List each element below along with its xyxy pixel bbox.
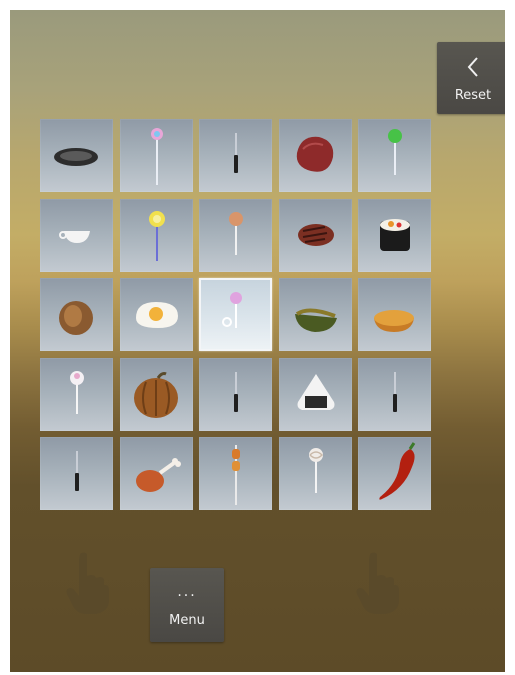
meat-steak-icon <box>296 136 334 172</box>
skewer-kebab-icon <box>232 445 241 506</box>
red-chili-pepper-icon <box>379 442 416 501</box>
lollipop-white-icon <box>70 370 84 414</box>
grid-tile-red-chili-pepper[interactable] <box>358 437 432 511</box>
lollipop-swirl-icon <box>308 448 323 494</box>
reset-label: Reset <box>454 88 492 103</box>
grilled-steak-icon <box>297 223 334 246</box>
grid-tile-skewer-kebab[interactable] <box>199 437 273 511</box>
plate-icon <box>54 148 98 166</box>
grid-tile-avocado-half[interactable] <box>278 278 352 352</box>
lollipop-rainbow-icon <box>150 128 163 185</box>
grid-tile-plate[interactable] <box>40 119 113 192</box>
grid-tile-fried-egg[interactable] <box>119 278 193 352</box>
menu-dots-icon: ... <box>177 584 197 600</box>
menu-label: Menu <box>169 613 205 628</box>
lollipop-pink-icon <box>222 292 243 329</box>
grid-tile-knife[interactable] <box>199 357 273 431</box>
grid-tile-lollipop-rainbow[interactable] <box>119 119 193 192</box>
orange-half-icon <box>374 310 415 333</box>
teacup-icon <box>59 230 90 243</box>
grid-tile-chicken-drumstick[interactable] <box>119 437 193 511</box>
grid-tile-grilled-steak[interactable] <box>278 198 352 272</box>
knife-icon <box>393 371 398 412</box>
bread-roll-icon <box>59 301 93 336</box>
grid-tile-lollipop-white[interactable] <box>40 357 113 431</box>
grid-tile-lollipop-green[interactable] <box>358 119 432 192</box>
grid-tile-lollipop-swirl[interactable] <box>278 437 352 511</box>
grid-tile-knife[interactable] <box>358 357 432 431</box>
grid-tile-meat-steak[interactable] <box>278 119 352 192</box>
lollipop-green-icon <box>388 129 403 175</box>
grid-tile-knife[interactable] <box>199 119 273 192</box>
game-scene: Reset ... Menu <box>10 10 505 672</box>
reset-button[interactable]: Reset <box>437 42 505 114</box>
sushi-roll-icon <box>380 218 411 251</box>
grid-tile-knife[interactable] <box>40 437 113 511</box>
item-grid <box>40 119 440 519</box>
pumpkin-icon <box>133 371 178 418</box>
chevron-left-icon <box>467 57 478 77</box>
grid-tile-onigiri[interactable] <box>278 357 352 431</box>
knife-icon <box>75 451 79 492</box>
menu-button[interactable]: ... Menu <box>150 568 224 642</box>
lollipop-yellow-icon <box>148 210 165 261</box>
grid-tile-lollipop-pink[interactable] <box>199 278 273 352</box>
right-hand-pointer-icon[interactable] <box>350 550 400 614</box>
knife-icon <box>234 133 239 173</box>
grid-tile-pumpkin[interactable] <box>119 357 193 431</box>
grid-tile-orange-half[interactable] <box>358 278 432 352</box>
chicken-drumstick-icon <box>135 458 181 493</box>
grid-tile-sushi-roll[interactable] <box>358 198 432 272</box>
onigiri-icon <box>297 373 335 410</box>
avocado-half-icon <box>294 308 337 333</box>
knife-icon <box>234 371 239 412</box>
lollipop-peach-icon <box>229 211 244 255</box>
fried-egg-icon <box>135 302 178 329</box>
grid-tile-teacup[interactable] <box>40 198 113 272</box>
left-hand-pointer-icon[interactable] <box>60 550 110 614</box>
grid-tile-lollipop-yellow[interactable] <box>119 198 193 272</box>
grid-tile-lollipop-peach[interactable] <box>199 198 273 272</box>
grid-tile-bread-roll[interactable] <box>40 278 113 352</box>
